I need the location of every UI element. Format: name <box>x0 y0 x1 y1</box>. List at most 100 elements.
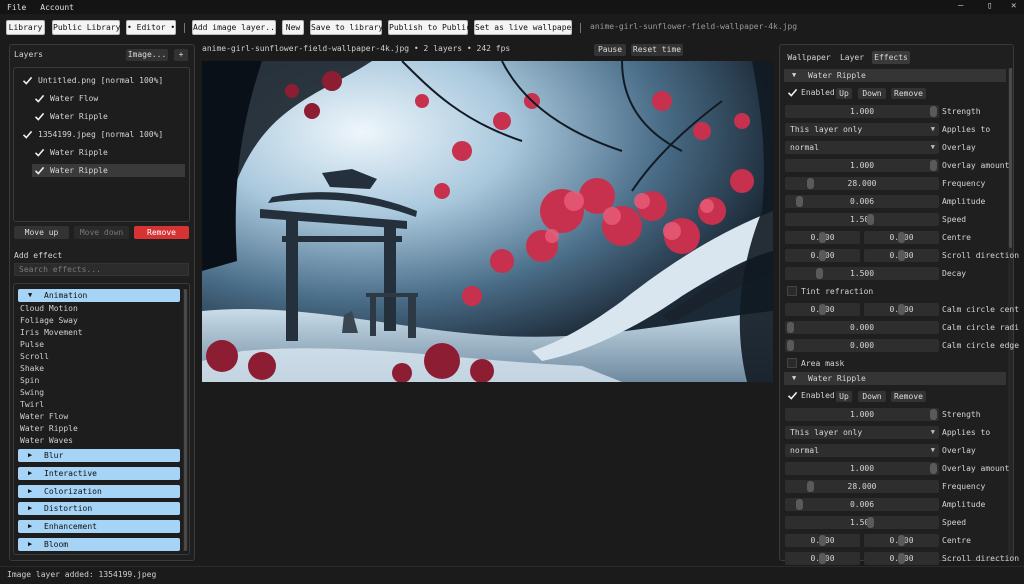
effect1-enabled-checkbox[interactable] <box>787 87 798 98</box>
effect-item[interactable]: Water Ripple <box>20 423 78 435</box>
tab-wallpaper[interactable]: Wallpaper <box>786 51 832 64</box>
slider-handle[interactable] <box>898 250 905 261</box>
effect1-frequency-slider[interactable]: 28.000 <box>785 177 939 190</box>
effect2-amplitude-slider[interactable]: 0.006 <box>785 498 939 511</box>
effect1-scroll-x-slider[interactable]: 0.000 <box>785 249 860 262</box>
slider-handle[interactable] <box>930 160 937 171</box>
tab-layer[interactable]: Layer <box>836 51 868 64</box>
effect-item[interactable]: Foliage Sway <box>20 315 78 327</box>
library-button[interactable]: Library <box>6 20 45 35</box>
effect1-centre-y-slider[interactable]: 0.500 <box>864 231 939 244</box>
slider-handle[interactable] <box>898 553 905 564</box>
effect-tree-item[interactable]: Water Flow <box>50 92 98 105</box>
effect-item[interactable]: Pulse <box>20 339 44 351</box>
effect2-scroll-x-slider[interactable]: 0.000 <box>785 552 860 565</box>
effect-tree-item[interactable]: Water Ripple <box>50 110 108 123</box>
tab-effects[interactable]: Effects <box>872 51 910 64</box>
effect1-overlay-select[interactable]: normal ▼ <box>785 141 939 154</box>
effect1-amplitude-slider[interactable]: 0.006 <box>785 195 939 208</box>
save-to-library-button[interactable]: Save to library <box>310 20 383 35</box>
effect1-up-button[interactable]: Up <box>836 88 852 99</box>
menu-account[interactable]: Account <box>40 3 74 12</box>
effect2-overlay-amount-slider[interactable]: 1.000 <box>785 462 939 475</box>
slider-handle[interactable] <box>787 340 794 351</box>
effect1-centre-x-slider[interactable]: 0.500 <box>785 231 860 244</box>
public-library-button[interactable]: Public Library <box>52 20 120 35</box>
add-image-layer-button[interactable]: Add image layer... <box>192 20 280 35</box>
effect1-speed-slider[interactable]: 1.500 <box>785 213 939 226</box>
effect2-header[interactable]: ▼ Water Ripple <box>784 372 1006 385</box>
effect-item[interactable]: Swing <box>20 387 44 399</box>
effect1-header[interactable]: ▼ Water Ripple <box>784 69 1006 82</box>
effect2-strength-slider[interactable]: 1.000 <box>785 408 939 421</box>
category-colorization[interactable]: ▶ Colorization <box>18 485 180 498</box>
editor-button[interactable]: • Editor • <box>126 20 176 35</box>
effect-item[interactable]: Scroll <box>20 351 49 363</box>
effect1-area-mask-checkbox[interactable] <box>787 358 797 368</box>
effects-scroll-thumb[interactable] <box>1009 68 1012 248</box>
checkbox-0[interactable] <box>22 75 33 86</box>
effect1-tint-checkbox[interactable] <box>787 286 797 296</box>
effect-tree-item[interactable]: Water Ripple <box>50 164 108 177</box>
slider-handle[interactable] <box>867 214 875 225</box>
add-layer-button[interactable]: + <box>174 49 188 61</box>
slider-handle[interactable] <box>819 250 826 261</box>
pause-button[interactable]: Pause <box>594 44 626 56</box>
effect-item[interactable]: Twirl <box>20 399 44 411</box>
checkbox-4[interactable] <box>34 147 45 158</box>
checkbox-1[interactable] <box>34 93 45 104</box>
effect2-overlay-select[interactable]: normal ▼ <box>785 444 939 457</box>
effect1-calm-centre-x-slider[interactable]: 0.500 <box>785 303 860 316</box>
maximize-icon[interactable]: ▯ <box>987 0 992 14</box>
checkbox-2[interactable] <box>34 111 45 122</box>
effect1-calm-radius-slider[interactable]: 0.000 <box>785 321 939 334</box>
effect2-centre-y-slider[interactable]: 0.500 <box>864 534 939 547</box>
slider-handle[interactable] <box>795 196 803 207</box>
effect1-applies-to-select[interactable]: This layer only ▼ <box>785 123 939 136</box>
slider-handle[interactable] <box>787 322 794 333</box>
slider-handle[interactable] <box>815 268 823 279</box>
effect-item[interactable]: Spin <box>20 375 39 387</box>
close-icon[interactable]: ✕ <box>1011 0 1016 14</box>
slider-handle[interactable] <box>807 481 815 492</box>
slider-handle[interactable] <box>819 232 826 243</box>
slider-handle[interactable] <box>819 553 826 564</box>
new-button[interactable]: New <box>282 20 304 35</box>
effect2-applies-to-select[interactable]: This layer only ▼ <box>785 426 939 439</box>
effect2-down-button[interactable]: Down <box>858 391 886 402</box>
effect1-overlay-amount-slider[interactable]: 1.000 <box>785 159 939 172</box>
effect1-calm-edge-slider[interactable]: 0.000 <box>785 339 939 352</box>
remove-layer-button[interactable]: Remove <box>134 226 189 239</box>
effect-item[interactable]: Water Waves <box>20 435 73 447</box>
image-button[interactable]: Image... <box>126 49 168 61</box>
search-effects-input[interactable]: Search effects... <box>14 263 189 276</box>
layer-tree-item[interactable]: 1354199.jpeg [normal 100%] <box>38 128 163 141</box>
slider-handle[interactable] <box>930 463 937 474</box>
slider-handle[interactable] <box>930 106 937 117</box>
move-up-button[interactable]: Move up <box>14 226 69 239</box>
category-interactive[interactable]: ▶ Interactive <box>18 467 180 480</box>
menu-file[interactable]: File <box>7 3 26 12</box>
reset-time-button[interactable]: Reset time <box>631 44 683 56</box>
effect2-centre-x-slider[interactable]: 0.500 <box>785 534 860 547</box>
effect-item[interactable]: Iris Movement <box>20 327 83 339</box>
effect2-scroll-y-slider[interactable]: 0.000 <box>864 552 939 565</box>
slider-handle[interactable] <box>898 535 905 546</box>
publish-button[interactable]: Publish to Public <box>388 20 471 35</box>
slider-handle[interactable] <box>898 232 905 243</box>
effect-item[interactable]: Cloud Motion <box>20 303 78 315</box>
set-wallpaper-button[interactable]: Set as live wallpaper <box>474 20 576 35</box>
slider-handle[interactable] <box>795 499 803 510</box>
effect1-remove-button[interactable]: Remove <box>891 88 926 99</box>
effect-item[interactable]: Water Flow <box>20 411 68 423</box>
slider-handle[interactable] <box>807 178 815 189</box>
effect2-remove-button[interactable]: Remove <box>891 391 926 402</box>
slider-handle[interactable] <box>930 409 937 420</box>
effect-item[interactable]: Shake <box>20 363 44 375</box>
effect1-calm-centre-y-slider[interactable]: 0.500 <box>864 303 939 316</box>
effect1-strength-slider[interactable]: 1.000 <box>785 105 939 118</box>
effect1-scroll-y-slider[interactable]: 0.000 <box>864 249 939 262</box>
effect-tree-item[interactable]: Water Ripple <box>50 146 108 159</box>
effect2-frequency-slider[interactable]: 28.000 <box>785 480 939 493</box>
slider-handle[interactable] <box>819 304 826 315</box>
